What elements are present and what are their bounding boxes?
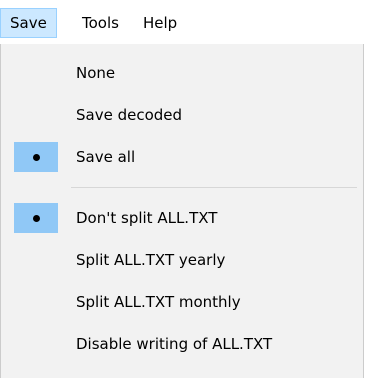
save-dropdown-menu: None Save decoded Save all Don't split A…: [0, 44, 364, 378]
radio-dot-icon: [33, 215, 40, 222]
menu-item-label: Save all: [76, 148, 136, 166]
menu-item-none[interactable]: None: [1, 54, 363, 92]
menu-tools[interactable]: Tools: [73, 8, 128, 38]
menu-item-split-yearly[interactable]: Split ALL.TXT yearly: [1, 241, 363, 279]
menu-item-save-decoded[interactable]: Save decoded: [1, 96, 363, 134]
menu-item-split-monthly[interactable]: Split ALL.TXT monthly: [1, 283, 363, 321]
menu-item-label: Disable writing of ALL.TXT: [76, 335, 273, 353]
menu-bar: Save Tools Help: [0, 0, 367, 44]
menu-item-label: None: [76, 64, 116, 82]
radio-check-indicator: [14, 203, 58, 233]
menu-save[interactable]: Save: [0, 8, 57, 38]
radio-check-indicator: [14, 142, 58, 172]
menu-separator: [71, 187, 357, 188]
radio-dot-icon: [33, 154, 40, 161]
menu-item-save-all[interactable]: Save all: [1, 138, 363, 176]
menu-item-label: Don't split ALL.TXT: [76, 209, 218, 227]
menu-item-label: Save decoded: [76, 106, 183, 124]
menu-item-label: Split ALL.TXT monthly: [76, 293, 241, 311]
menu-item-disable-writing[interactable]: Disable writing of ALL.TXT: [1, 325, 363, 363]
menu-help[interactable]: Help: [134, 8, 186, 38]
menu-item-label: Split ALL.TXT yearly: [76, 251, 226, 269]
menu-item-dont-split[interactable]: Don't split ALL.TXT: [1, 199, 363, 237]
